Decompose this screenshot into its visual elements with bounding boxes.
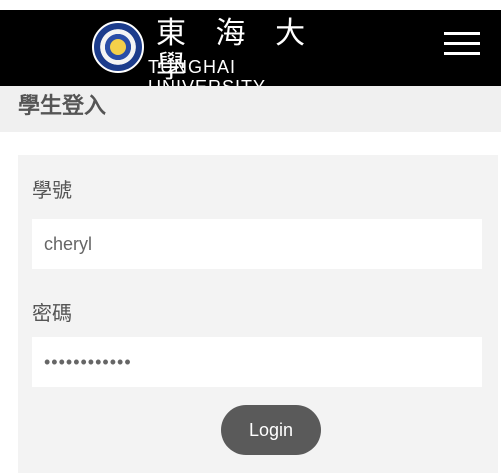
password-input[interactable] [32,337,482,387]
hamburger-menu-icon[interactable] [444,29,480,57]
login-button[interactable]: Login [221,405,321,455]
seal-center [110,39,126,55]
password-label: 密碼 [32,301,72,325]
menu-line [444,42,480,45]
menu-line [444,32,480,35]
site-header: 東 海 大 學 TUNGHAI UNIVERSITY [0,10,501,97]
login-form: 學號 密碼 Login [18,155,498,473]
student-id-label: 學號 [32,178,72,202]
page-title-bar: 學生登入 [0,86,501,132]
page-title: 學生登入 [18,94,107,119]
university-seal-icon [92,21,144,73]
university-logo[interactable]: 東 海 大 學 TUNGHAI UNIVERSITY [92,15,352,97]
student-id-input[interactable] [32,219,482,269]
menu-line [444,52,480,55]
